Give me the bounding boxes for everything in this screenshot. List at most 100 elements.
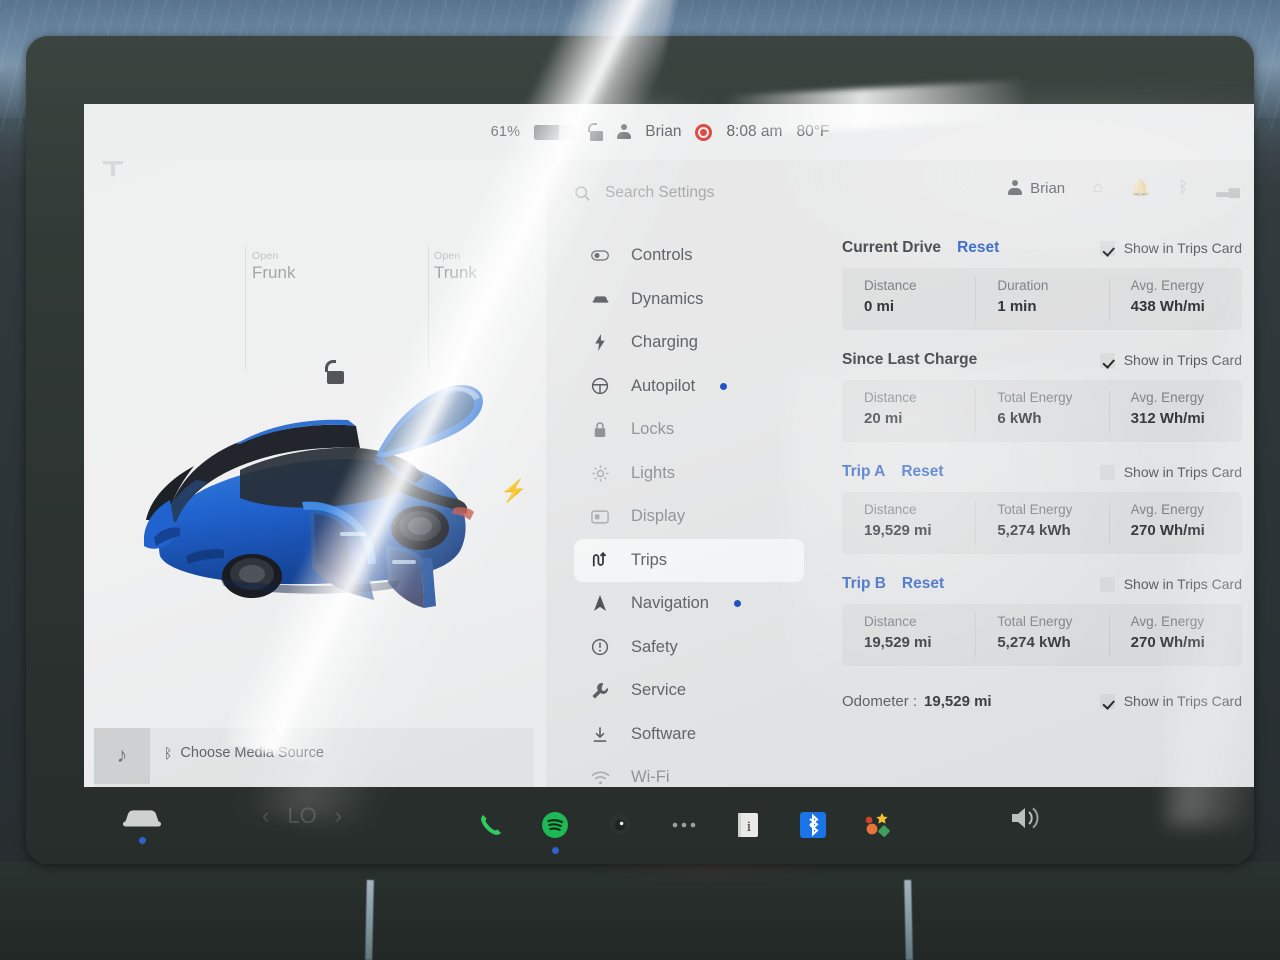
sidebar-item-locks[interactable]: Locks — [574, 408, 804, 452]
show-in-trips-card-toggle[interactable]: Show in Trips Card — [1099, 693, 1242, 709]
sidebar-item-display[interactable]: Display — [574, 495, 804, 539]
car-icon — [590, 294, 610, 305]
bell-icon[interactable]: 🔔 — [1131, 178, 1151, 198]
stat-label: Avg. Energy — [1130, 390, 1204, 405]
section-title[interactable]: Trip A — [842, 463, 885, 481]
vehicle-illustration[interactable] — [124, 360, 524, 660]
show-in-trips-card-label: Show in Trips Card — [1123, 352, 1242, 368]
sidebar-item-label: Charging — [631, 333, 698, 352]
account-button[interactable]: Brian — [1008, 180, 1065, 197]
sidebar-item-lights[interactable]: Lights — [574, 452, 804, 496]
search-icon — [575, 185, 590, 201]
spotify-notification-badge — [552, 847, 560, 854]
sentry-record-icon[interactable] — [695, 123, 713, 141]
sidebar-item-charging[interactable]: Charging — [574, 321, 804, 365]
unlocked-padlock-icon[interactable] — [588, 123, 604, 141]
sidebar-item-service[interactable]: Service — [574, 669, 804, 713]
car-notification-badge — [139, 837, 146, 844]
trips-icon — [590, 552, 610, 568]
sidebar-item-controls[interactable]: Controls — [574, 234, 804, 278]
notification-badge — [720, 382, 728, 390]
temp-increase-icon[interactable]: › — [335, 803, 342, 829]
stat-value: 5,274 kWh — [997, 634, 1071, 651]
sidebar-item-label: Lights — [631, 463, 676, 482]
stat-value: 19,529 mi — [864, 634, 932, 651]
sidebar-item-label: Software — [631, 724, 697, 743]
show-in-trips-card-toggle[interactable]: Show in Trips Card — [1099, 576, 1242, 592]
bottom-dock: ‹ LO › i — [84, 787, 1254, 864]
bluetooth-icon[interactable] — [796, 808, 830, 842]
sidebar-item-wifi[interactable]: Wi-Fi — [574, 756, 804, 787]
section-title: Current Drive — [842, 239, 942, 256]
temp-decrease-icon[interactable]: ‹ — [262, 803, 269, 829]
checkbox[interactable] — [1099, 693, 1115, 709]
spotify-icon[interactable] — [538, 808, 572, 854]
status-bar: 61% Brian 8:08 am 80°F — [84, 104, 1254, 160]
trips-content: Current Drive Reset Show in Trips Card D… — [842, 234, 1242, 716]
stat-card-trip-a: Distance 19,529 mi Total Energy 5,274 kW… — [842, 492, 1242, 554]
checkbox[interactable] — [1099, 352, 1115, 368]
section-header-trip-a: Trip A Reset Show in Trips Card — [842, 458, 1242, 486]
driver-name-label[interactable]: Brian — [645, 123, 681, 141]
section-header-trip-b: Trip B Reset Show in Trips Card — [842, 570, 1242, 598]
odometer-row: Odometer : 19,529 mi Show in Trips Card — [842, 686, 1242, 716]
checkbox[interactable] — [1099, 240, 1115, 256]
more-icon[interactable] — [667, 808, 701, 842]
reset-trip-b-button[interactable]: Reset — [902, 575, 944, 593]
checkbox[interactable] — [1099, 464, 1115, 480]
wifi-icon — [590, 771, 610, 785]
reset-current-drive-button[interactable]: Reset — [957, 239, 999, 257]
stat-value: 438 Wh/mi — [1130, 298, 1205, 315]
show-in-trips-card-toggle[interactable]: Show in Trips Card — [1099, 240, 1242, 256]
temperature-value: LO — [287, 803, 317, 828]
apps-icon[interactable] — [860, 808, 894, 842]
climate-temperature-control[interactable]: ‹ LO › — [262, 803, 342, 829]
wrench-icon — [590, 682, 610, 700]
settings-panel: Search Settings Brian ⌂ 🔔 ᛒ ▂▄ Controls … — [546, 160, 1254, 787]
car-icon[interactable] — [120, 801, 164, 835]
sidebar-item-safety[interactable]: Safety — [574, 626, 804, 670]
show-in-trips-card-toggle[interactable]: Show in Trips Card — [1099, 352, 1242, 368]
stat-label: Avg. Energy — [1130, 278, 1204, 293]
home-icon[interactable]: ⌂ — [1093, 179, 1103, 197]
stat-label: Total Energy — [997, 390, 1073, 405]
stat-label: Distance — [864, 502, 917, 517]
phone-icon[interactable] — [474, 808, 508, 842]
stat-cell: Avg. Energy 270 Wh/mi — [1108, 492, 1242, 554]
sidebar-item-dynamics[interactable]: Dynamics — [574, 278, 804, 322]
sidebar-item-trips[interactable]: Trips — [574, 538, 804, 582]
stat-label: Total Energy — [997, 614, 1073, 629]
checkbox[interactable] — [1099, 576, 1115, 592]
show-in-trips-card-toggle[interactable]: Show in Trips Card — [1099, 464, 1242, 480]
battery-percent-label: 61% — [490, 124, 521, 140]
trunk-divider — [428, 246, 429, 370]
tesla-touchscreen[interactable]: 61% Brian 8:08 am 80°F Open Frunk Open T… — [84, 104, 1254, 787]
charge-bolt-icon[interactable]: ⚡ — [500, 480, 527, 502]
dock-app-row: i — [474, 797, 894, 854]
manual-icon[interactable]: i — [731, 808, 765, 842]
dashcam-icon[interactable] — [603, 808, 637, 842]
stat-value: 312 Wh/mi — [1130, 410, 1205, 427]
stat-cell: Total Energy 6 kWh — [975, 380, 1108, 442]
volume-icon[interactable] — [1008, 803, 1044, 833]
stat-value: 1 min — [997, 298, 1037, 315]
search-settings-field[interactable]: Search Settings — [574, 176, 924, 210]
reset-trip-a-button[interactable]: Reset — [901, 463, 943, 481]
stat-card-current-drive: Distance 0 mi Duration 1 min Avg. Energy… — [842, 268, 1242, 330]
open-frunk-button[interactable]: Open Frunk — [252, 250, 295, 283]
bluetooth-icon[interactable]: ᛒ — [1179, 179, 1189, 197]
stat-cell: Duration 1 min — [975, 268, 1108, 330]
odometer-label: Odometer : — [842, 692, 918, 710]
sidebar-item-autopilot[interactable]: Autopilot — [574, 365, 804, 409]
sidebar-item-software[interactable]: Software — [574, 713, 804, 757]
person-icon[interactable] — [617, 124, 632, 140]
signal-icon[interactable]: ▂▄ — [1216, 178, 1240, 198]
show-in-trips-card-label: Show in Trips Card — [1123, 240, 1242, 256]
media-player-bar[interactable]: ♪ ᛒ Choose Media Source ⏮ ▶ ⏭ ⫶ ⌕ — [94, 728, 534, 787]
music-note-icon: ♪ — [94, 728, 150, 784]
sidebar-item-navigation[interactable]: Navigation — [574, 582, 804, 626]
open-trunk-button[interactable]: Open Trunk — [434, 250, 477, 283]
stat-card-trip-b: Distance 19,529 mi Total Energy 5,274 kW… — [842, 604, 1242, 666]
section-title[interactable]: Trip B — [842, 575, 886, 593]
choose-media-source-button[interactable]: ᛒ Choose Media Source — [164, 745, 324, 761]
